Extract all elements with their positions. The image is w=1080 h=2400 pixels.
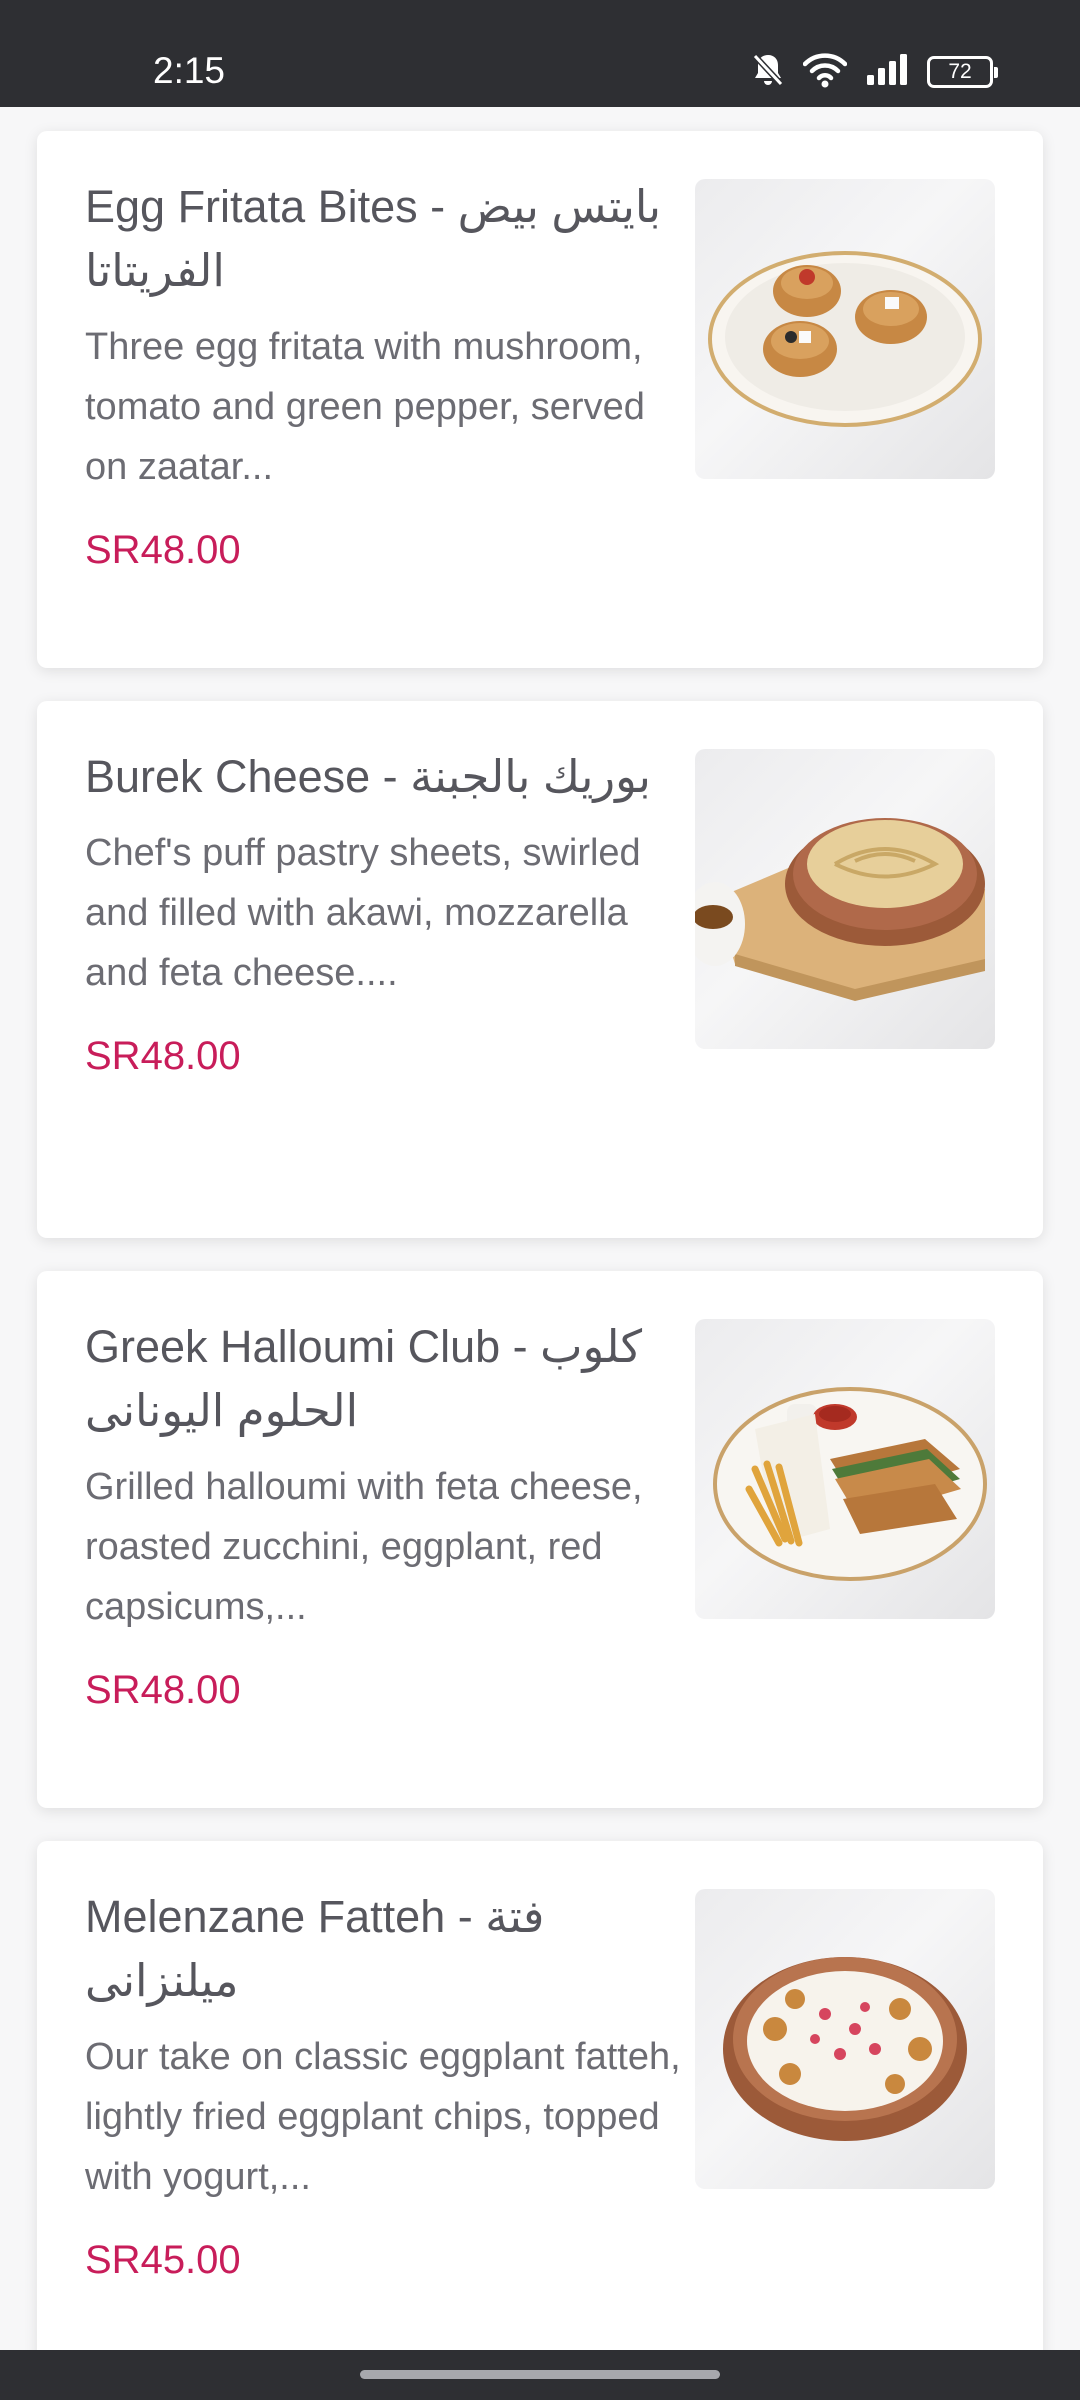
bell-off-icon: [751, 52, 785, 93]
menu-item-description: Chef's puff pastry sheets, swirled and f…: [85, 832, 641, 994]
menu-item-title: Burek Cheese - بوريك بالجبنة: [85, 751, 651, 802]
menu-item-card[interactable]: Greek Halloumi Club - كلوب الحلوم اليونا…: [37, 1271, 1043, 1808]
menu-item-price: SR48.00: [85, 1034, 241, 1078]
menu-list[interactable]: Egg Fritata Bites - بايتس بيض الفريتاتا …: [0, 107, 1080, 2350]
menu-item-image[interactable]: [695, 749, 995, 1049]
menu-item-text: Greek Halloumi Club - كلوب الحلوم اليونا…: [85, 1315, 685, 1715]
menu-item-card[interactable]: Egg Fritata Bites - بايتس بيض الفريتاتا …: [37, 131, 1043, 668]
menu-item-description: Our take on classic eggplant fatteh, lig…: [85, 2036, 681, 2198]
menu-item-text: Melenzane Fatteh - فتة ميلنزانى Our take…: [85, 1885, 685, 2285]
menu-item-image[interactable]: [695, 1889, 995, 2189]
menu-item-title: Greek Halloumi Club - كلوب الحلوم اليونا…: [85, 1321, 643, 1436]
menu-item-image[interactable]: [695, 179, 995, 479]
menu-item-price: SR48.00: [85, 1668, 241, 1712]
menu-item-card[interactable]: Burek Cheese - بوريك بالجبنة Chef's puff…: [37, 701, 1043, 1238]
navigation-bar: [0, 2350, 1080, 2400]
menu-item-description: Three egg fritata with mushroom, tomato …: [85, 326, 645, 488]
battery-icon: 72: [927, 56, 998, 88]
status-icons: 72: [751, 52, 998, 93]
status-time: 2:15: [153, 50, 226, 91]
menu-item-title: Egg Fritata Bites - بايتس بيض الفريتاتا: [85, 181, 662, 296]
menu-item-price: SR45.00: [85, 2238, 241, 2282]
menu-item-title: Melenzane Fatteh - فتة ميلنزانى: [85, 1891, 545, 2006]
signal-icon: [865, 53, 909, 92]
status-bar: 2:15 72: [0, 0, 1080, 107]
home-gesture-handle[interactable]: [360, 2370, 720, 2379]
menu-item-price: SR48.00: [85, 528, 241, 572]
menu-item-description: Grilled halloumi with feta cheese, roast…: [85, 1466, 643, 1628]
menu-item-text: Egg Fritata Bites - بايتس بيض الفريتاتا …: [85, 175, 685, 575]
menu-item-text: Burek Cheese - بوريك بالجبنة Chef's puff…: [85, 745, 685, 1081]
menu-item-image[interactable]: [695, 1319, 995, 1619]
wifi-icon: [802, 52, 848, 93]
menu-item-card[interactable]: Melenzane Fatteh - فتة ميلنزانى Our take…: [37, 1841, 1043, 2350]
battery-level: 72: [948, 60, 972, 83]
